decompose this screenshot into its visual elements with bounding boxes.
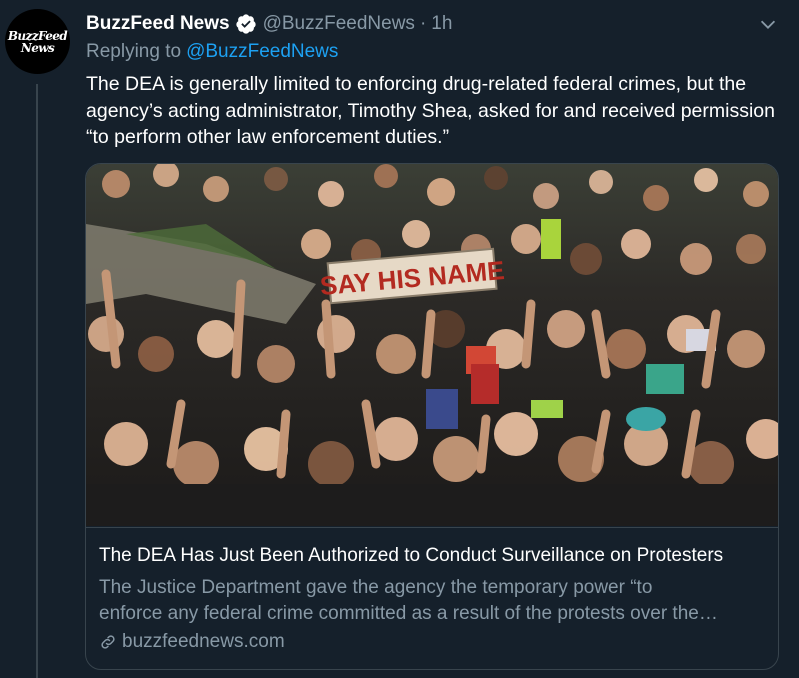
author-handle[interactable]: @BuzzFeedNews (263, 13, 415, 35)
card-description-line2: enforce any federal crime committed as a… (99, 603, 718, 624)
card-description-line1: The Justice Department gave the agency t… (99, 577, 653, 598)
card-photo[interactable]: SAY HIS NAME (86, 164, 778, 526)
avatar-logo-line1: BuzzFeed (7, 28, 68, 43)
avatar-logo-line2: News (20, 40, 55, 55)
author-name[interactable]: BuzzFeed News (86, 13, 230, 35)
avatar[interactable]: BuzzFeed News (5, 9, 70, 74)
tweet-header: BuzzFeed News @BuzzFeedNews · 1h (86, 11, 779, 37)
card-domain[interactable]: buzzfeednews.com (99, 631, 285, 653)
card-domain-text[interactable]: buzzfeednews.com (122, 631, 285, 653)
link-icon (101, 635, 115, 649)
tweet-text: The DEA is generally limited to enforcin… (86, 73, 775, 148)
chevron-down-icon[interactable] (757, 13, 779, 35)
replying-to: Replying to @BuzzFeedNews (86, 41, 338, 63)
separator-dot: · (419, 13, 427, 34)
card-body[interactable]: The DEA Has Just Been Authorized to Cond… (86, 527, 778, 669)
replying-to-label: Replying to (86, 41, 182, 62)
card-description: The Justice Department gave the agency t… (99, 575, 767, 627)
card-title[interactable]: The DEA Has Just Been Authorized to Cond… (99, 545, 723, 567)
replying-to-mention[interactable]: @BuzzFeedNews (186, 41, 338, 62)
tweet-timestamp[interactable]: 1h (431, 13, 452, 35)
link-card[interactable]: SAY HIS NAME The DEA Has Just Been Autho… (85, 163, 779, 670)
verified-badge-icon (235, 13, 257, 35)
thread-line (36, 84, 38, 678)
